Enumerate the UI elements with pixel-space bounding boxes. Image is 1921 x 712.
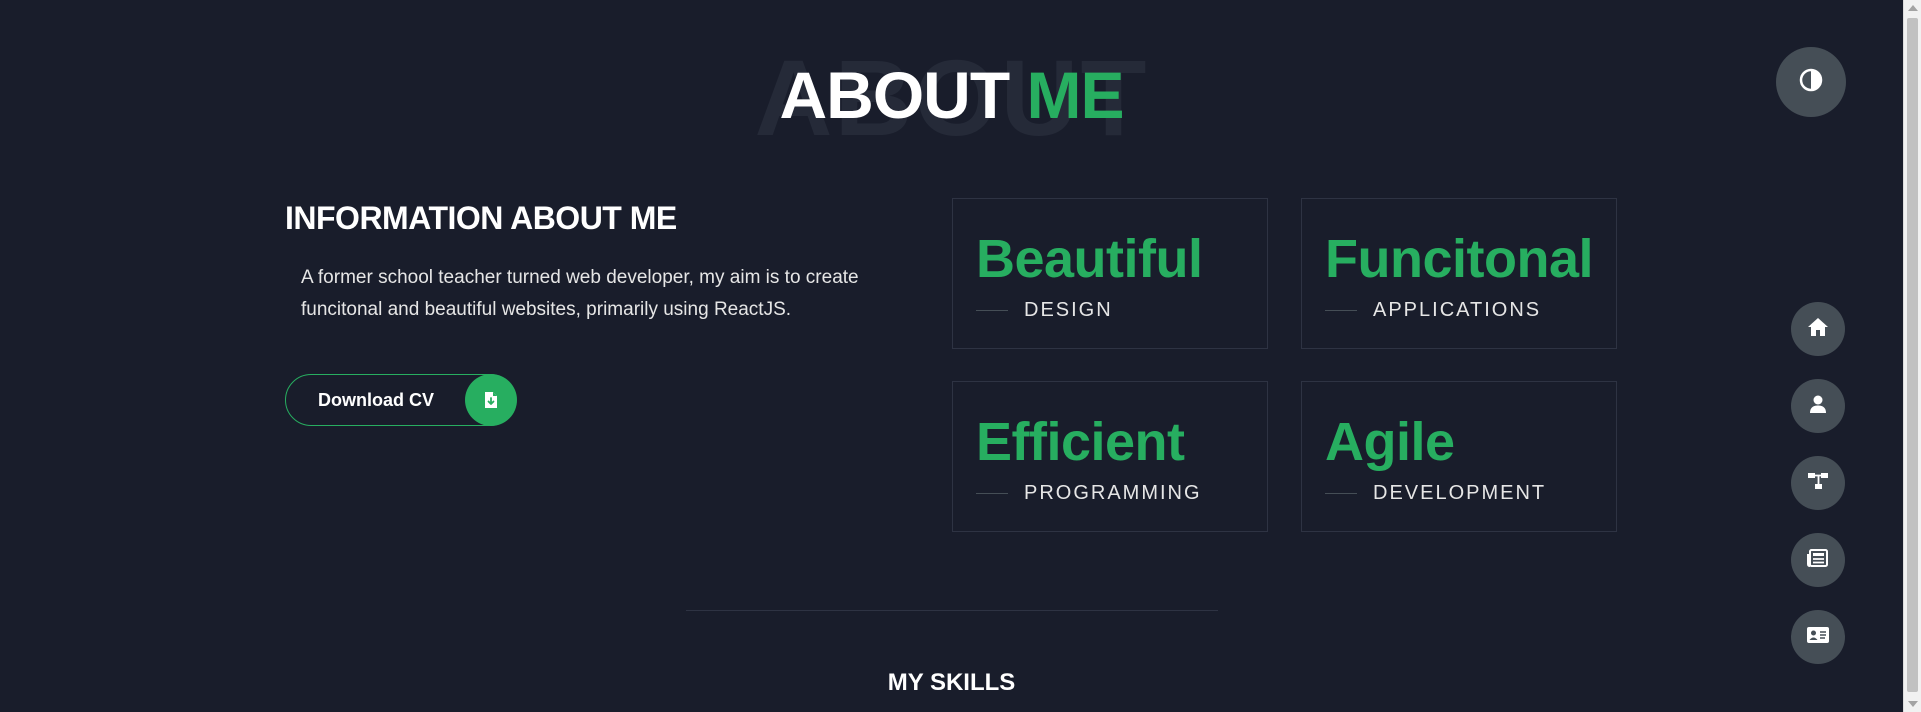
card-line [976, 310, 1008, 311]
about-heading-title: ABOUT ME [779, 50, 1125, 140]
contact-card-icon [1806, 626, 1830, 649]
scrollbar-thumb[interactable] [1907, 18, 1918, 692]
scroll-down-arrow-icon[interactable] [1908, 701, 1918, 707]
info-text: A former school teacher turned web devel… [301, 267, 859, 320]
card-small-text: DESIGN [1024, 299, 1113, 321]
section-divider [686, 610, 1218, 611]
download-cv-button[interactable]: Download CV [285, 374, 517, 426]
card-big-text: Beautiful [976, 229, 1203, 289]
file-download-icon [465, 374, 517, 426]
nav-portfolio-button[interactable] [1791, 456, 1845, 510]
info-title: INFORMATION ABOUT ME [285, 200, 677, 236]
scroll-up-arrow-icon[interactable] [1908, 5, 1918, 11]
card-small-text: PROGRAMMING [1024, 482, 1202, 504]
newspaper-icon [1807, 548, 1829, 573]
card-big-text: Agile [1325, 412, 1455, 472]
home-icon [1807, 317, 1829, 342]
card-line [1325, 493, 1357, 494]
user-icon [1808, 394, 1828, 419]
skills-title: MY SKILLS [887, 669, 1016, 696]
about-heading-accent: ME [1026, 58, 1125, 132]
card-line [976, 493, 1008, 494]
nav-about-button[interactable] [1791, 379, 1845, 433]
card-beautiful: Beautiful DESIGN [952, 198, 1268, 349]
download-cv-label: Download CV [318, 390, 434, 410]
nav-blog-button[interactable] [1791, 533, 1845, 587]
card-line [1325, 310, 1357, 311]
card-small-text: DEVELOPMENT [1373, 482, 1547, 504]
page-scrollbar[interactable] [1903, 0, 1921, 712]
card-funcitonal: Funcitonal APPLICATIONS [1301, 198, 1617, 349]
card-big-text: Efficient [976, 412, 1185, 472]
about-page: ABOUT ABOUT ME INFORMATION ABOUT ME A fo… [0, 0, 1903, 712]
theme-toggle-button[interactable] [1776, 47, 1846, 117]
card-small-text: APPLICATIONS [1373, 299, 1542, 321]
about-heading: ABOUT ABOUT ME [0, 44, 1903, 152]
nav-contact-button[interactable] [1791, 610, 1845, 664]
about-heading-main: ABOUT [779, 58, 1011, 132]
contrast-icon [1799, 68, 1823, 97]
nav-home-button[interactable] [1791, 302, 1845, 356]
card-big-text: Funcitonal [1325, 229, 1593, 289]
card-agile: Agile DEVELOPMENT [1301, 381, 1617, 532]
card-efficient: Efficient PROGRAMMING [952, 381, 1268, 532]
sitemap-icon [1807, 471, 1829, 496]
